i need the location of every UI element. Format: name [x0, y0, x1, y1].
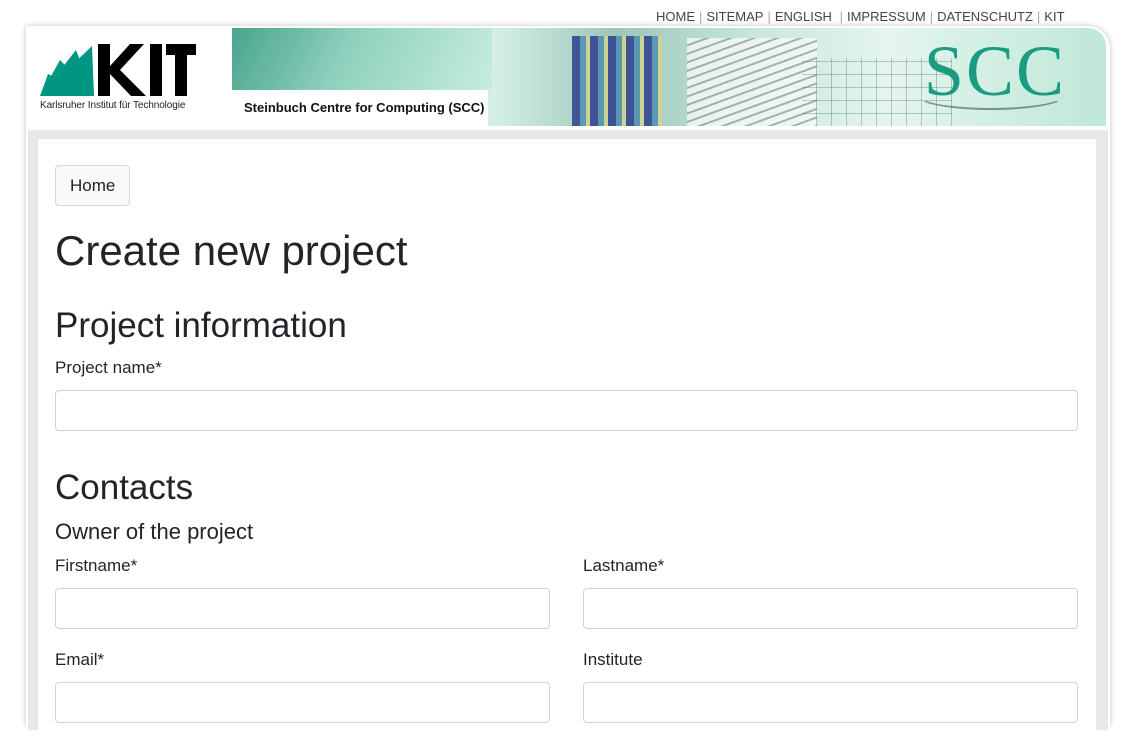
nav-separator: | — [839, 9, 843, 24]
lastname-input[interactable] — [583, 588, 1078, 629]
project-info-heading: Project information — [55, 306, 347, 345]
nav-separator: | — [767, 9, 771, 24]
firstname-label: Firstname* — [55, 556, 138, 575]
nav-link-impressum[interactable]: IMPRESSUM — [847, 9, 926, 24]
page-title: Create new project — [55, 227, 408, 274]
nav-separator: | — [699, 9, 703, 24]
institute-input[interactable] — [583, 682, 1078, 723]
project-name-input[interactable] — [55, 390, 1078, 431]
firstname-input[interactable] — [55, 588, 550, 629]
site-header: Karlsruher Institut für Technologie SCC … — [26, 26, 1110, 126]
kit-tagline: Karlsruher Institut für Technologie — [40, 100, 186, 111]
nav-link-home[interactable]: HOME — [656, 9, 695, 24]
owner-heading: Owner of the project — [55, 519, 254, 544]
nav-separator: | — [1036, 9, 1041, 24]
nav-link-kit[interactable]: KIT — [1044, 9, 1064, 24]
kit-logo[interactable]: Karlsruher Institut für Technologie — [38, 40, 198, 116]
content-wrapper: Home Create new project Project informat… — [28, 130, 1108, 739]
banner-decoration — [232, 28, 492, 90]
scc-logo-swoosh — [916, 80, 1066, 110]
main-content: Home Create new project Project informat… — [38, 139, 1096, 739]
centre-name: Steinbuch Centre for Computing (SCC) — [232, 90, 488, 126]
nav-link-datenschutz[interactable]: DATENSCHUTZ — [937, 9, 1033, 24]
banner-facade-image — [687, 38, 817, 126]
kit-logo-mark — [40, 44, 196, 96]
email-input[interactable] — [55, 682, 550, 723]
banner-building-image — [572, 36, 662, 126]
institute-label: Institute — [583, 650, 643, 669]
email-label: Email* — [55, 650, 105, 669]
nav-link-sitemap[interactable]: SITEMAP — [706, 9, 763, 24]
nav-link-english[interactable]: ENGLISH — [775, 9, 832, 24]
page-frame: Karlsruher Institut für Technologie SCC … — [26, 26, 1110, 739]
breadcrumb-home-button[interactable]: Home — [55, 165, 131, 206]
top-navigation: HOME | SITEMAP | ENGLISH | IMPRESSUM | DATENSCH… — [656, 9, 1065, 24]
lastname-label: Lastname* — [583, 556, 665, 575]
nav-separator: | — [929, 9, 934, 24]
project-name-label: Project name* — [55, 358, 162, 377]
scc-banner: SCC Steinbuch Centre for Computing (SCC) — [232, 28, 1106, 126]
contacts-heading: Contacts — [55, 468, 194, 507]
